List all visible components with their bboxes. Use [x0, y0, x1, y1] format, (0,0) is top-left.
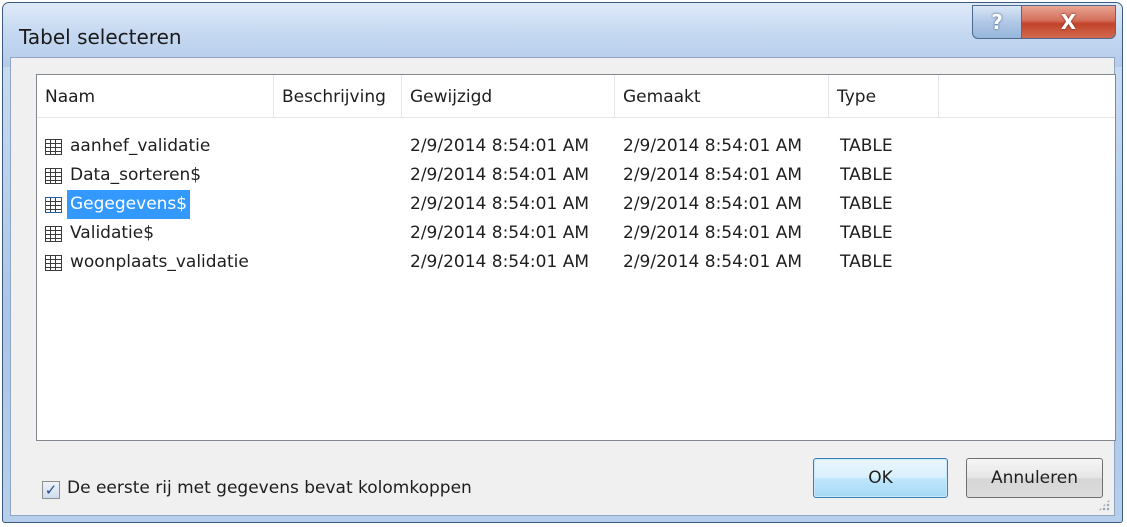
table-icon [45, 196, 62, 213]
column-header-type[interactable]: Type [829, 75, 939, 117]
row-type: TABLE [840, 194, 893, 214]
table-list[interactable]: Naam Beschrijving Gewijzigd Gemaakt Type… [36, 74, 1116, 441]
row-type: TABLE [840, 136, 893, 156]
row-type: TABLE [840, 165, 893, 185]
close-button[interactable]: X [1021, 5, 1116, 39]
checkmark-icon: ✓ [44, 480, 58, 499]
row-created: 2/9/2014 8:54:01 AM [623, 252, 802, 272]
name-cell: Validatie$ [45, 219, 157, 248]
row-name: woonplaats_validatie [70, 252, 249, 272]
row-created: 2/9/2014 8:54:01 AM [623, 165, 802, 185]
row-created: 2/9/2014 8:54:01 AM [623, 136, 802, 156]
row-modified: 2/9/2014 8:54:01 AM [410, 223, 589, 243]
table-row[interactable]: aanhef_validatie 2/9/2014 8:54:01 AM 2/9… [37, 132, 1115, 161]
ok-button[interactable]: OK [813, 458, 948, 498]
row-type: TABLE [840, 252, 893, 272]
close-icon: X [1060, 10, 1077, 34]
row-modified: 2/9/2014 8:54:01 AM [410, 165, 589, 185]
help-icon: ? [991, 10, 1003, 34]
table-icon [45, 167, 62, 184]
table-icon [45, 225, 62, 242]
name-cell: aanhef_validatie [45, 132, 213, 161]
column-header-gewijzigd[interactable]: Gewijzigd [402, 75, 615, 117]
row-modified: 2/9/2014 8:54:01 AM [410, 252, 589, 272]
table-icon [45, 138, 62, 155]
resize-grip-icon[interactable] [1098, 499, 1110, 511]
table-icon [45, 254, 62, 271]
row-name: Data_sorteren$ [70, 165, 202, 185]
name-cell: Data_sorteren$ [45, 161, 204, 190]
cancel-button[interactable]: Annuleren [966, 458, 1103, 498]
dialog-body: Naam Beschrijving Gewijzigd Gemaakt Type… [10, 57, 1116, 516]
row-created: 2/9/2014 8:54:01 AM [623, 223, 802, 243]
table-row[interactable]: Validatie$ 2/9/2014 8:54:01 AM 2/9/2014 … [37, 219, 1115, 248]
column-header-naam[interactable]: Naam [37, 75, 274, 117]
table-row[interactable]: woonplaats_validatie 2/9/2014 8:54:01 AM… [37, 248, 1115, 277]
column-header-beschrijving[interactable]: Beschrijving [274, 75, 402, 117]
header-row-checkbox[interactable]: ✓ [42, 481, 60, 499]
column-header-gemaakt[interactable]: Gemaakt [615, 75, 829, 117]
row-name: Validatie$ [70, 223, 155, 243]
row-type: TABLE [840, 223, 893, 243]
row-created: 2/9/2014 8:54:01 AM [623, 194, 802, 214]
name-cell: Gegegevens$ [45, 190, 191, 219]
table-row[interactable]: Data_sorteren$ 2/9/2014 8:54:01 AM 2/9/2… [37, 161, 1115, 190]
table-row-selected[interactable]: Gegegevens$ 2/9/2014 8:54:01 AM 2/9/2014… [37, 190, 1115, 219]
dialog-window: Tabel selecteren ? X Naam Beschrijving G… [2, 2, 1123, 523]
row-name: Gegegevens$ [67, 190, 191, 219]
row-modified: 2/9/2014 8:54:01 AM [410, 194, 589, 214]
row-name: aanhef_validatie [70, 136, 211, 156]
help-button[interactable]: ? [972, 5, 1022, 39]
header-row-checkbox-label[interactable]: De eerste rij met gegevens bevat kolomko… [67, 478, 472, 498]
dialog-title: Tabel selecteren [19, 25, 182, 49]
list-header: Naam Beschrijving Gewijzigd Gemaakt Type [37, 75, 1115, 118]
row-modified: 2/9/2014 8:54:01 AM [410, 136, 589, 156]
name-cell: woonplaats_validatie [45, 248, 252, 277]
